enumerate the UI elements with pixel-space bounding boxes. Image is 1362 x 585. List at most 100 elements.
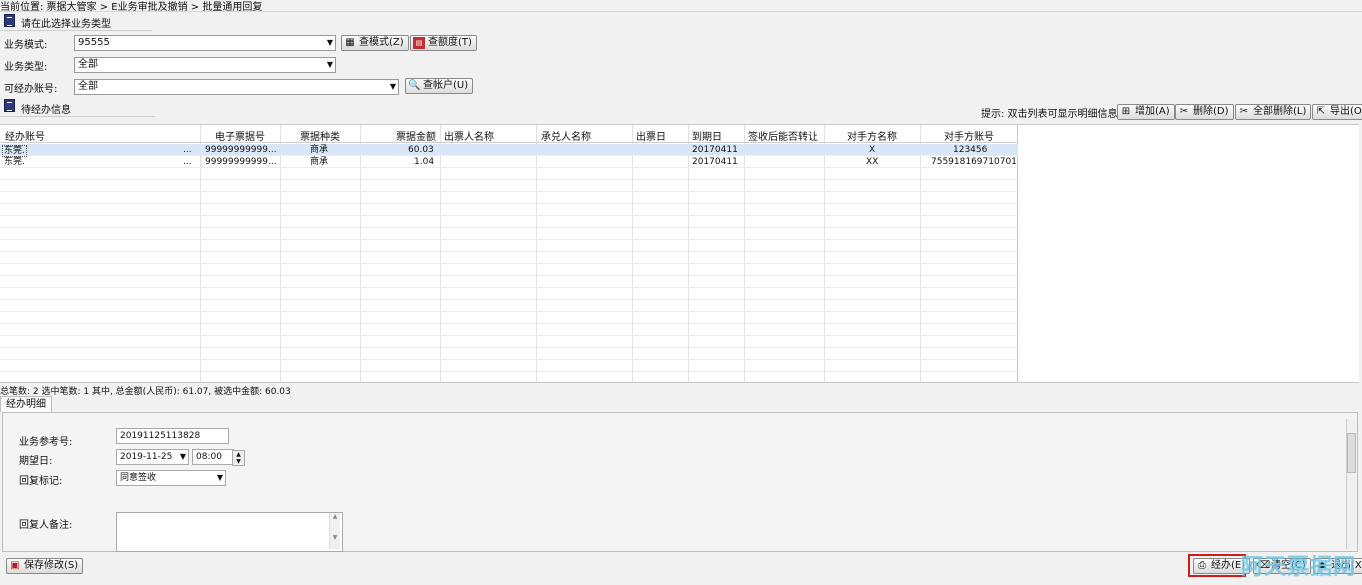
scrollbar-thumb[interactable]: [1347, 433, 1356, 473]
mode-label: 业务模式:: [4, 40, 48, 51]
chevron-down-icon: ▼: [179, 452, 186, 461]
table-row-2-counterparty[interactable]: XX: [866, 157, 878, 167]
table-row-1-account[interactable]: 东莞.: [2, 145, 27, 157]
book-icon: [4, 99, 15, 112]
table-row-2-kind[interactable]: 商承: [310, 157, 328, 167]
column-divider: [744, 125, 745, 382]
table-row-1-bill-no[interactable]: 99999999999...: [205, 145, 277, 155]
column-divider: [824, 125, 825, 382]
time-input[interactable]: 08:00: [192, 449, 234, 465]
column-header-drawer[interactable]: 出票人名称: [444, 128, 494, 143]
row-divider: [0, 179, 1018, 180]
table-row-2-bill-no[interactable]: 99999999999...: [205, 157, 277, 167]
row-divider: [0, 347, 1018, 348]
account-value: 全部: [78, 81, 98, 92]
remark-label: 回复人备注:: [19, 520, 73, 531]
table-row-2-cp-account[interactable]: 755918169710701: [931, 157, 1017, 167]
column-divider: [536, 125, 537, 382]
save-changes-button[interactable]: ▣ 保存修改(S): [6, 558, 84, 574]
table-row-2-account[interactable]: 东莞.: [4, 157, 25, 167]
column-header-counterparty[interactable]: 对手方名称: [847, 128, 897, 143]
row-divider: [0, 275, 1018, 276]
row-divider: [0, 371, 1018, 372]
add-button[interactable]: ⊞ 增加(A): [1117, 104, 1175, 120]
column-divider: [1017, 125, 1018, 382]
row-divider: [0, 263, 1018, 264]
pending-table[interactable]: 经办账号 电子票据号 票据种类 票据金额 出票人名称 承兑人名称 出票日 到期日…: [0, 124, 1359, 383]
section-title-select-type: 请在此选择业务类型: [21, 19, 111, 30]
row-divider: [0, 359, 1018, 360]
row-divider: [0, 311, 1018, 312]
detail-scrollbar[interactable]: [1346, 419, 1356, 549]
row-divider: [0, 203, 1018, 204]
column-header-amount[interactable]: 票据金额: [396, 128, 436, 143]
row-divider: [0, 215, 1018, 216]
column-divider: [440, 125, 441, 382]
time-spinner[interactable]: ▲ ▼: [232, 450, 245, 466]
mode-value: 95555: [78, 37, 110, 48]
row-divider: [0, 251, 1018, 252]
divider: [0, 11, 1362, 12]
divider: [0, 116, 155, 117]
query-mode-button[interactable]: ▦ 查模式(Z): [341, 35, 409, 51]
row-divider: [0, 227, 1018, 228]
table-row-1-kind[interactable]: 商承: [310, 145, 328, 155]
row-divider: [0, 167, 1018, 168]
type-select[interactable]: 全部 ▼: [74, 57, 336, 73]
detail-panel: 业务参考号: 20191125113828 期望日: 2019-11-25 ▼ …: [2, 412, 1358, 552]
table-row-2-due-date[interactable]: 20170411: [692, 157, 738, 167]
delete-all-button[interactable]: ✂ 全部删除(L): [1235, 104, 1312, 120]
table-row-1-amount[interactable]: 60.03: [408, 145, 434, 155]
remark-textarea[interactable]: [116, 512, 343, 552]
row-divider: [0, 191, 1018, 192]
chevron-down-icon: ▼: [216, 473, 223, 482]
row-divider: [0, 299, 1018, 300]
mode-select[interactable]: 95555 ▼: [74, 35, 336, 51]
date-picker[interactable]: 2019-11-25 ▼: [116, 449, 189, 465]
table-row-1-due-date[interactable]: 20170411: [692, 145, 738, 155]
column-header-cp-account[interactable]: 对手方账号: [944, 128, 994, 143]
row-divider: [0, 155, 1018, 156]
account-label: 可经办账号:: [4, 84, 58, 95]
export-button[interactable]: ⇱ 导出(O): [1312, 104, 1362, 120]
search-icon: 🔍: [408, 80, 421, 91]
column-divider: [280, 125, 281, 382]
column-header-due-date[interactable]: 到期日: [692, 128, 722, 143]
book-icon: [4, 14, 15, 27]
plus-icon: ⊞: [1121, 106, 1131, 117]
account-select[interactable]: 全部 ▼: [74, 79, 399, 95]
column-header-transferable[interactable]: 签收后能否转让: [748, 128, 818, 143]
column-divider: [688, 125, 689, 382]
chevron-down-icon: ▼: [326, 38, 333, 47]
scissors-icon: ✂: [1179, 106, 1189, 117]
row-divider: [0, 335, 1018, 336]
table-row-2-dots: ...: [183, 157, 192, 167]
selected-row-highlight: [0, 144, 1018, 155]
column-header-kind[interactable]: 票据种类: [300, 128, 340, 143]
remark-scrollbar[interactable]: ▲ ▼: [329, 513, 340, 549]
ref-input[interactable]: 20191125113828: [116, 428, 229, 444]
query-account-button[interactable]: 🔍 查帐户(U): [405, 78, 474, 94]
column-divider: [200, 125, 201, 382]
reply-label: 回复标记:: [19, 476, 63, 487]
table-row-2-amount[interactable]: 1.04: [414, 157, 434, 167]
save-icon: ▣: [10, 560, 20, 571]
tab-detail[interactable]: 经办明细: [0, 396, 52, 412]
reply-select[interactable]: 同意签收 ▼: [116, 470, 226, 486]
query-quota-button[interactable]: ▤ 查额度(T): [410, 35, 477, 51]
printer-icon: ⎙: [1198, 560, 1206, 571]
delete-button[interactable]: ✂ 删除(D): [1175, 104, 1234, 120]
column-divider: [360, 125, 361, 382]
table-row-1-counterparty[interactable]: X: [869, 145, 875, 155]
column-divider: [920, 125, 921, 382]
table-row-1-cp-account[interactable]: 123456: [953, 145, 987, 155]
column-header-account[interactable]: 经办账号: [5, 128, 45, 143]
column-header-bill-no[interactable]: 电子票据号: [215, 128, 265, 143]
type-value: 全部: [78, 59, 98, 70]
chevron-down-icon: ▼: [326, 60, 333, 69]
column-header-acceptor[interactable]: 承兑人名称: [541, 128, 591, 143]
table-row-1-dots: ...: [183, 145, 192, 155]
chevron-down-icon: ▼: [389, 82, 396, 91]
scissors-icon: ✂: [1239, 106, 1249, 117]
column-header-issue-date[interactable]: 出票日: [636, 128, 666, 143]
